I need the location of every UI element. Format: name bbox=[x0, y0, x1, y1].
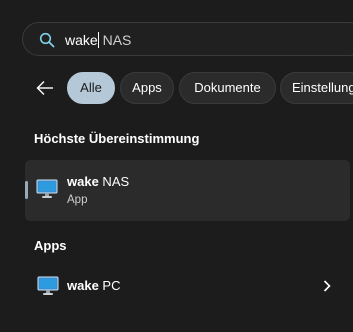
app-name-bold: wake bbox=[67, 278, 99, 293]
search-typed-text: wake bbox=[65, 32, 98, 48]
best-match-name-rest: NAS bbox=[98, 174, 130, 189]
best-match-title: wake NAS bbox=[67, 174, 129, 190]
back-arrow-icon[interactable] bbox=[36, 80, 54, 96]
search-input[interactable]: wake NAS bbox=[65, 31, 131, 49]
app-name-rest: PC bbox=[98, 278, 121, 293]
filter-dokumente[interactable]: Dokumente bbox=[179, 72, 276, 104]
apps-header: Apps bbox=[34, 238, 67, 253]
selection-indicator bbox=[25, 181, 28, 199]
chevron-right-icon[interactable] bbox=[322, 279, 332, 293]
best-match-result[interactable]: wake NAS App bbox=[25, 160, 350, 221]
best-match-header: Höchste Übereinstimmung bbox=[34, 131, 200, 146]
search-suggestion-text: NAS bbox=[98, 32, 132, 48]
list-item-wake-pc[interactable]: wake PC bbox=[25, 268, 350, 304]
monitor-icon bbox=[36, 179, 58, 198]
filter-apps[interactable]: Apps bbox=[120, 72, 174, 104]
filter-einstellungen[interactable]: Einstellungen bbox=[280, 72, 353, 104]
search-box[interactable]: wake NAS bbox=[22, 22, 353, 56]
best-match-name-bold: wake bbox=[67, 174, 99, 189]
filter-alle[interactable]: Alle bbox=[67, 72, 115, 104]
monitor-icon bbox=[37, 276, 59, 295]
search-icon bbox=[39, 32, 55, 48]
best-match-type: App bbox=[67, 194, 88, 206]
app-title: wake PC bbox=[67, 278, 120, 294]
